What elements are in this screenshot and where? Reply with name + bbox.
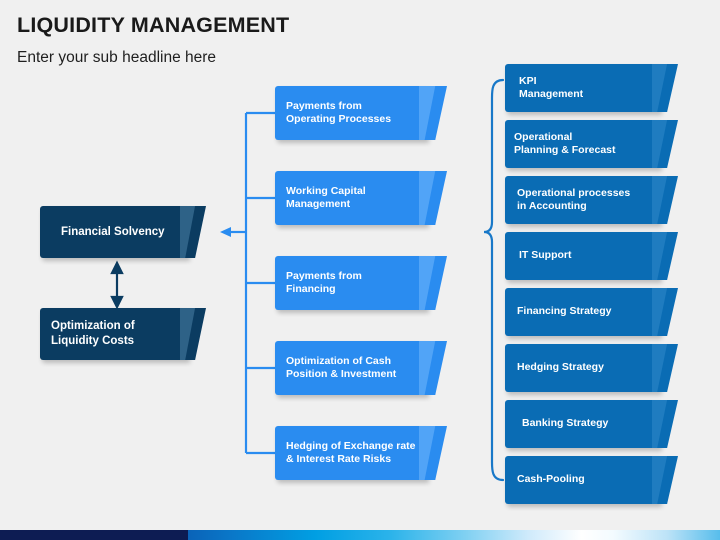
middle-box-label: Payments from Operating Processes bbox=[286, 99, 392, 125]
box-body: Operational Planning & Forecast bbox=[505, 120, 660, 168]
middle-box-hedging-exchange-interest-risks[interactable]: Hedging of Exchange rate & Interest Rate… bbox=[275, 426, 447, 480]
box-body: Optimization of Liquidity Costs bbox=[40, 308, 188, 360]
right-box-label: Financing Strategy bbox=[517, 305, 612, 318]
right-box-operational-processes-accounting[interactable]: Operational processes in Accounting bbox=[505, 176, 678, 224]
right-box-financing-strategy[interactable]: Financing Strategy bbox=[505, 288, 678, 336]
box-body: Banking Strategy bbox=[505, 400, 660, 448]
right-box-cash-pooling[interactable]: Cash-Pooling bbox=[505, 456, 678, 504]
footer-gradient-segment bbox=[188, 530, 720, 540]
right-box-label: Operational processes in Accounting bbox=[517, 186, 631, 212]
box-body: IT Support bbox=[505, 232, 660, 280]
right-box-hedging-strategy[interactable]: Hedging Strategy bbox=[505, 344, 678, 392]
box-body: Hedging Strategy bbox=[505, 344, 660, 392]
left-box-label: Financial Solvency bbox=[61, 225, 165, 238]
middle-box-label: Optimization of Cash Position & Investme… bbox=[286, 354, 397, 380]
footer-bar bbox=[0, 530, 720, 540]
middle-box-label: Hedging of Exchange rate & Interest Rate… bbox=[286, 439, 416, 465]
right-box-label: Banking Strategy bbox=[522, 417, 609, 430]
page-subtitle: Enter your sub headline here bbox=[17, 49, 217, 66]
box-body: Operational processes in Accounting bbox=[505, 176, 660, 224]
vertical-double-arrow bbox=[110, 260, 124, 310]
box-body: Financing Strategy bbox=[505, 288, 660, 336]
right-box-label: KPI Management bbox=[519, 74, 584, 100]
right-box-it-support[interactable]: IT Support bbox=[505, 232, 678, 280]
left-arrowhead bbox=[220, 227, 231, 237]
box-body: Financial Solvency bbox=[40, 206, 188, 258]
middle-box-label: Working Capital Management bbox=[286, 184, 366, 210]
right-bracket bbox=[483, 78, 505, 482]
right-box-operational-planning-forecast[interactable]: Operational Planning & Forecast bbox=[505, 120, 678, 168]
middle-box-optimization-cash-position[interactable]: Optimization of Cash Position & Investme… bbox=[275, 341, 447, 395]
box-body: KPI Management bbox=[505, 64, 660, 112]
box-body: Hedging of Exchange rate & Interest Rate… bbox=[275, 426, 427, 480]
left-box-label: Optimization of Liquidity Costs bbox=[51, 320, 135, 347]
box-body: Working Capital Management bbox=[275, 171, 427, 225]
box-body: Cash-Pooling bbox=[505, 456, 660, 504]
left-box-financial-solvency[interactable]: Financial Solvency bbox=[40, 206, 206, 258]
right-box-label: Cash-Pooling bbox=[517, 473, 585, 486]
box-body: Optimization of Cash Position & Investme… bbox=[275, 341, 427, 395]
right-box-banking-strategy[interactable]: Banking Strategy bbox=[505, 400, 678, 448]
box-body: Payments from Financing bbox=[275, 256, 427, 310]
middle-box-payments-financing[interactable]: Payments from Financing bbox=[275, 256, 447, 310]
right-box-kpi-management[interactable]: KPI Management bbox=[505, 64, 678, 112]
right-box-label: IT Support bbox=[519, 249, 572, 262]
box-body: Payments from Operating Processes bbox=[275, 86, 427, 140]
footer-navy-segment bbox=[0, 530, 188, 540]
left-box-optimization-liquidity-costs[interactable]: Optimization of Liquidity Costs bbox=[40, 308, 206, 360]
middle-box-payments-operating-processes[interactable]: Payments from Operating Processes bbox=[275, 86, 447, 140]
slide-canvas: LIQUIDITY MANAGEMENT Enter your sub head… bbox=[0, 0, 720, 540]
right-box-label: Hedging Strategy bbox=[517, 361, 604, 374]
page-title: LIQUIDITY MANAGEMENT bbox=[17, 13, 290, 37]
middle-box-working-capital-management[interactable]: Working Capital Management bbox=[275, 171, 447, 225]
middle-box-label: Payments from Financing bbox=[286, 269, 362, 295]
right-box-label: Operational Planning & Forecast bbox=[514, 130, 616, 156]
